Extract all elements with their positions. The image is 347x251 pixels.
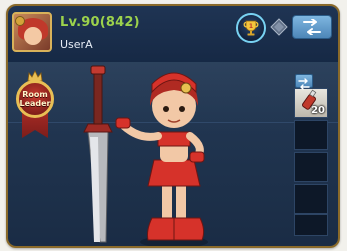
character-avatar (83, 65, 208, 246)
room-leader-label: Room Leader (19, 90, 50, 108)
inventory-slot-item[interactable]: 20 (294, 88, 328, 118)
trophy-button[interactable]: 1 (236, 13, 266, 43)
trophy-icon: 1 (243, 20, 259, 36)
avatar[interactable] (12, 12, 52, 52)
player-header: Lv.90(842) UserA 1 (8, 6, 338, 63)
level-extra: (842) (99, 15, 140, 30)
inventory-slot-empty[interactable] (294, 152, 328, 182)
sword-icon (83, 65, 113, 243)
inventory-slot-empty[interactable] (294, 214, 328, 236)
level-value: Lv.90 (60, 15, 100, 30)
character-figure (115, 72, 208, 246)
swap-arrows-icon (303, 19, 321, 35)
room-leader-medal: Room Leader (16, 80, 54, 118)
diamond-icon (270, 18, 288, 36)
diamond-button[interactable] (270, 18, 288, 36)
inventory-swap-button[interactable] (295, 74, 313, 90)
avatar-badge-icon (15, 16, 25, 26)
svg-text:1: 1 (249, 23, 253, 30)
username: UserA (60, 38, 93, 51)
swap-button[interactable] (292, 15, 332, 39)
room-leader-line2: Leader (19, 99, 51, 108)
inventory-panel: 20 (294, 78, 328, 236)
player-card: Lv.90(842) UserA 1 Room Leader 20 (6, 4, 340, 248)
swap-arrows-icon (298, 78, 310, 90)
room-leader-line1: Room (22, 90, 48, 99)
player-level: Lv.90(842) (60, 15, 140, 30)
item-count: 20 (311, 105, 325, 116)
inventory-slot-empty[interactable] (294, 120, 328, 150)
inventory-slot-empty[interactable] (294, 184, 328, 214)
room-leader-badge: Room Leader (16, 70, 54, 140)
avatar-face (24, 27, 42, 45)
